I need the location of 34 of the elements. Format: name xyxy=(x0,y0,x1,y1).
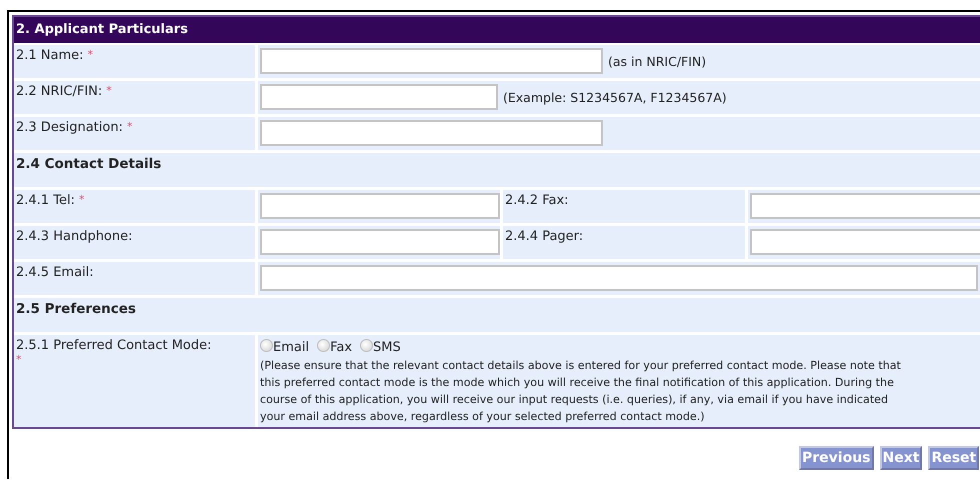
required-mark: * xyxy=(126,120,132,133)
text-input[interactable] xyxy=(260,48,603,74)
field-hint: (Example: S1234567A, F1234567A) xyxy=(503,90,727,105)
field-label: 2.2 NRIC/FIN: * xyxy=(14,81,255,114)
text-input[interactable] xyxy=(260,265,978,291)
radio-option[interactable]: Fax xyxy=(317,340,352,355)
field-label: 2.4.2 Fax: xyxy=(503,190,745,223)
field-label: 2.4.4 Pager: xyxy=(503,226,745,259)
text-input[interactable] xyxy=(260,120,603,146)
text-input[interactable] xyxy=(260,229,500,255)
text-input[interactable] xyxy=(260,84,498,110)
subsection-heading: 2.4 Contact Details xyxy=(14,153,980,187)
required-mark: * xyxy=(106,84,112,97)
radio-icon[interactable] xyxy=(360,339,374,352)
section-title: 2. Applicant Particulars xyxy=(14,17,980,45)
field-label: 2.1 Name: * xyxy=(14,45,255,78)
radio-icon[interactable] xyxy=(260,339,273,352)
required-mark: * xyxy=(88,48,94,61)
required-mark: * xyxy=(16,353,22,366)
required-mark: * xyxy=(78,193,84,206)
field-label: 2.5.1 Preferred Contact Mode: xyxy=(16,338,213,353)
field-label: 2.4.1 Tel: * xyxy=(14,190,255,223)
field-label: 2.3 Designation: * xyxy=(14,117,255,150)
text-input[interactable] xyxy=(750,193,980,219)
radio-icon[interactable] xyxy=(317,339,330,352)
text-input[interactable] xyxy=(750,229,980,255)
field-label: 2.4.3 Handphone: xyxy=(14,226,255,259)
contact-mode-note: (Please ensure that the relevant contact details above is entered for your preferred contact mode. Please note that this preferred contact mode is the mode which you will receive the final notification of this application. During the course of this application, you will receive our input requests (i.e. queries), if any, via email if you have indicated your email address above, regardless of your selected preferred contact mode.) xyxy=(260,358,902,425)
field-hint: (as in NRIC/FIN) xyxy=(608,54,706,69)
radio-option[interactable]: Email xyxy=(260,340,310,355)
field-label: 2.4.5 Email: xyxy=(14,262,255,295)
radio-option[interactable]: SMS xyxy=(360,340,401,355)
text-input[interactable] xyxy=(260,193,500,219)
subsection-heading: 2.5 Preferences xyxy=(14,298,980,332)
